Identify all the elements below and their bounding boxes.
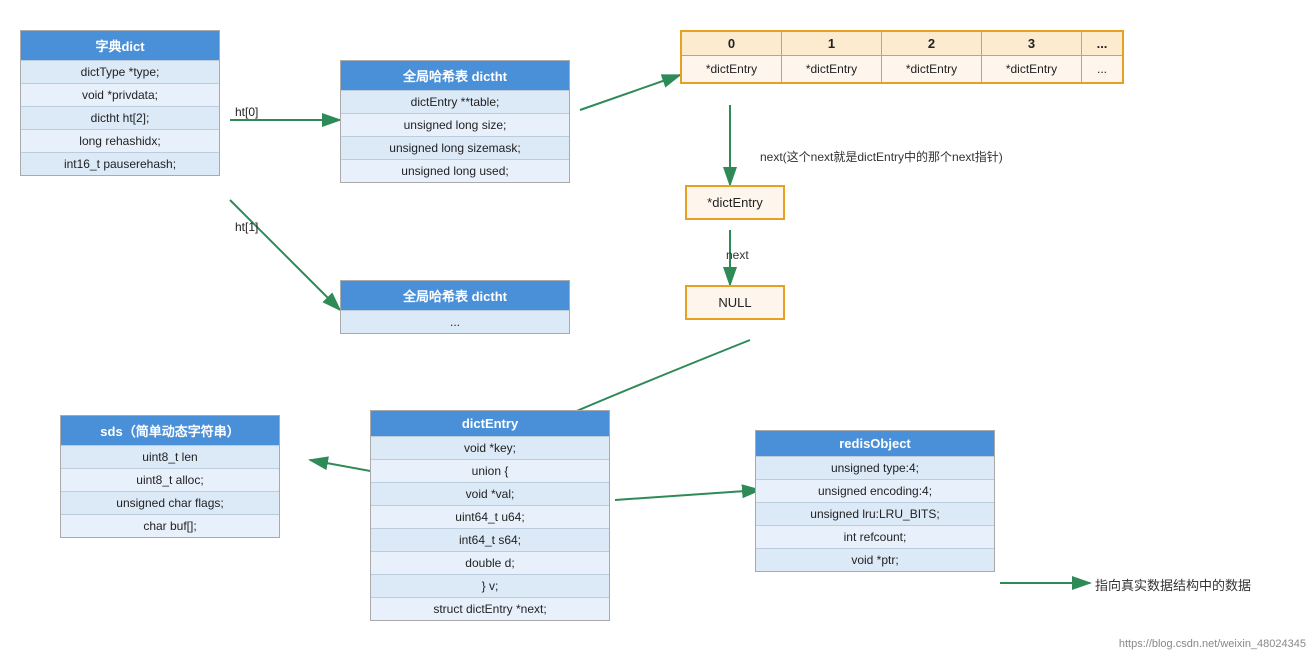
dictht1-header: 全局哈希表 dictht — [341, 61, 569, 90]
sds-field-2: unsigned char flags; — [61, 491, 279, 514]
array-cell-0: 0 *dictEntry — [682, 32, 782, 82]
dictht2-field-0: ... — [341, 310, 569, 333]
next-label-1: next(这个next就是dictEntry中的那个next指针) — [760, 148, 1003, 165]
ht1-label: ht[1] — [235, 220, 258, 234]
dictentry-field-7: struct dictEntry *next; — [371, 597, 609, 620]
array-body-4: ... — [1082, 56, 1122, 82]
array-body-3: *dictEntry — [982, 56, 1081, 82]
dict-field-1: void *privdata; — [21, 83, 219, 106]
dictentry-field-1: union { — [371, 459, 609, 482]
dictht1-field-1: unsigned long size; — [341, 113, 569, 136]
dictht1-field-3: unsigned long used; — [341, 159, 569, 182]
null-box: NULL — [685, 285, 785, 320]
dictht2-header: 全局哈希表 dictht — [341, 281, 569, 310]
dict-field-2: dictht ht[2]; — [21, 106, 219, 129]
diagram-container: 字典dict dictType *type; void *privdata; d… — [0, 0, 1316, 658]
dictht1-field-2: unsigned long sizemask; — [341, 136, 569, 159]
dictentry-chain-1: *dictEntry — [685, 185, 785, 220]
next-label-2: next — [726, 248, 749, 262]
sds-field-3: char buf[]; — [61, 514, 279, 537]
dictht-box2: 全局哈希表 dictht ... — [340, 280, 570, 334]
ht0-label: ht[0] — [235, 105, 258, 119]
sds-header: sds（简单动态字符串） — [61, 416, 279, 445]
redisobject-field-2: unsigned lru:LRU_BITS; — [756, 502, 994, 525]
dictentry-field-4: int64_t s64; — [371, 528, 609, 551]
array-cell-4: ... ... — [1082, 32, 1122, 82]
array-header-1: 1 — [782, 32, 881, 56]
array-header-3: 3 — [982, 32, 1081, 56]
array-body-0: *dictEntry — [682, 56, 781, 82]
dictentry-header: dictEntry — [371, 411, 609, 436]
redisobject-field-0: unsigned type:4; — [756, 456, 994, 479]
dictentry-field-0: void *key; — [371, 436, 609, 459]
redisobject-field-1: unsigned encoding:4; — [756, 479, 994, 502]
sds-field-0: uint8_t len — [61, 445, 279, 468]
dictht-box1: 全局哈希表 dictht dictEntry **table; unsigned… — [340, 60, 570, 183]
array-body-1: *dictEntry — [782, 56, 881, 82]
dictentry-field-3: uint64_t u64; — [371, 505, 609, 528]
redisobject-field-4: void *ptr; — [756, 548, 994, 571]
dict-field-4: int16_t pauserehash; — [21, 152, 219, 175]
dictentry-field-6: } v; — [371, 574, 609, 597]
dict-field-0: dictType *type; — [21, 60, 219, 83]
redisobject-field-3: int refcount; — [756, 525, 994, 548]
array-header-0: 0 — [682, 32, 781, 56]
dictentry-field-2: void *val; — [371, 482, 609, 505]
array-cell-1: 1 *dictEntry — [782, 32, 882, 82]
dict-box: 字典dict dictType *type; void *privdata; d… — [20, 30, 220, 176]
footer-text: https://blog.csdn.net/weixin_48024345 — [1119, 638, 1306, 650]
array-header-4: ... — [1082, 32, 1122, 56]
dict-header: 字典dict — [21, 31, 219, 60]
dictht1-field-0: dictEntry **table; — [341, 90, 569, 113]
array-header-2: 2 — [882, 32, 981, 56]
array-body-2: *dictEntry — [882, 56, 981, 82]
ptr-label: 指向真实数据结构中的数据 — [1095, 575, 1251, 594]
dictentry-box: dictEntry void *key; union { void *val; … — [370, 410, 610, 621]
sds-box: sds（简单动态字符串） uint8_t len uint8_t alloc; … — [60, 415, 280, 538]
array-cell-3: 3 *dictEntry — [982, 32, 1082, 82]
redisobject-header: redisObject — [756, 431, 994, 456]
dictentry-field-5: double d; — [371, 551, 609, 574]
sds-field-1: uint8_t alloc; — [61, 468, 279, 491]
array-table: 0 *dictEntry 1 *dictEntry 2 *dictEntry 3… — [680, 30, 1124, 84]
redisobject-box: redisObject unsigned type:4; unsigned en… — [755, 430, 995, 572]
array-cell-2: 2 *dictEntry — [882, 32, 982, 82]
dict-field-3: long rehashidx; — [21, 129, 219, 152]
